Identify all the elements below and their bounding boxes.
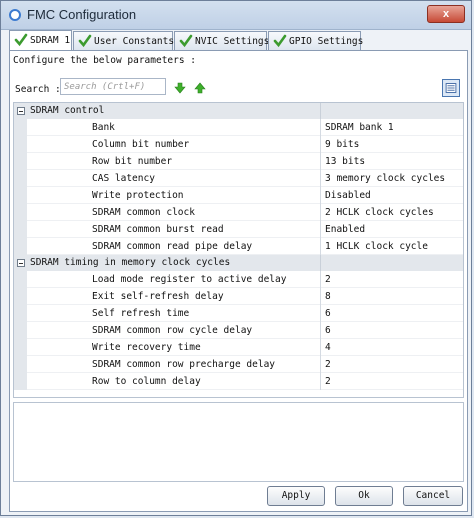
tab-user-constants[interactable]: User Constants bbox=[73, 31, 175, 50]
tab-label: SDRAM 1 bbox=[30, 35, 71, 46]
param-row[interactable]: SDRAM common clock 2 HCLK clock cycles bbox=[14, 204, 463, 221]
param-value[interactable]: 1 HCLK clock cycle bbox=[325, 241, 428, 252]
param-name: Write protection bbox=[92, 190, 184, 201]
search-label: Search : bbox=[15, 84, 61, 95]
dialog-footer: Apply Ok Cancel bbox=[1, 477, 473, 515]
window-title: FMC Configuration bbox=[27, 7, 137, 22]
category-sdram-timing[interactable]: SDRAM timing in memory clock cycles bbox=[14, 255, 463, 271]
param-name: Write recovery time bbox=[92, 342, 201, 353]
collapse-icon[interactable] bbox=[17, 107, 25, 115]
param-value[interactable]: 2 bbox=[325, 359, 331, 370]
param-value[interactable]: 2 bbox=[325, 376, 331, 387]
search-previous-up-icon[interactable] bbox=[194, 82, 206, 94]
close-button[interactable]: x bbox=[427, 5, 465, 23]
param-row[interactable]: SDRAM common row cycle delay 6 bbox=[14, 322, 463, 339]
param-name: Row to column delay bbox=[92, 376, 201, 387]
tab-label: User Constants bbox=[94, 36, 175, 47]
tab-label: NVIC Settings bbox=[195, 36, 270, 47]
param-row[interactable]: Exit self-refresh delay 8 bbox=[14, 288, 463, 305]
param-name: Self refresh time bbox=[92, 308, 190, 319]
app-icon bbox=[9, 9, 21, 21]
param-value[interactable]: Enabled bbox=[325, 224, 365, 235]
param-row[interactable]: SDRAM common read pipe delay 1 HCLK clock… bbox=[14, 238, 463, 255]
tab-label: GPIO Settings bbox=[289, 36, 364, 47]
param-value[interactable]: 4 bbox=[325, 342, 331, 353]
parameter-grid: SDRAM control Bank SDRAM bank 1 Column bi… bbox=[13, 102, 464, 398]
param-row[interactable]: Row bit number 13 bits bbox=[14, 153, 463, 170]
tab-nvic-settings[interactable]: NVIC Settings bbox=[174, 31, 270, 50]
param-value[interactable]: SDRAM bank 1 bbox=[325, 122, 394, 133]
param-name: Exit self-refresh delay bbox=[92, 291, 224, 302]
param-name: SDRAM common read pipe delay bbox=[92, 241, 253, 252]
param-row[interactable]: Column bit number 9 bits bbox=[14, 136, 463, 153]
title-bar[interactable]: FMC Configuration x bbox=[1, 1, 471, 30]
param-row[interactable]: Load mode register to active delay 2 bbox=[14, 271, 463, 288]
tab-sdram-1[interactable]: SDRAM 1 bbox=[9, 30, 72, 51]
param-value[interactable]: 3 memory clock cycles bbox=[325, 173, 445, 184]
param-row[interactable]: SDRAM common row precharge delay 2 bbox=[14, 356, 463, 373]
param-name: SDRAM common clock bbox=[92, 207, 195, 218]
tab-content-panel: Configure the below parameters : Search … bbox=[9, 50, 468, 512]
configure-label: Configure the below parameters : bbox=[13, 55, 197, 66]
param-row[interactable]: SDRAM common burst read Enabled bbox=[14, 221, 463, 238]
list-view-toggle-icon[interactable] bbox=[442, 79, 460, 97]
check-icon bbox=[179, 34, 193, 48]
apply-button[interactable]: Apply bbox=[267, 486, 325, 506]
param-value[interactable]: 13 bits bbox=[325, 156, 365, 167]
fmc-configuration-window: FMC Configuration x SDRAM 1 User Constan… bbox=[0, 0, 472, 516]
search-input[interactable] bbox=[60, 78, 166, 95]
collapse-icon[interactable] bbox=[17, 259, 25, 267]
description-panel bbox=[13, 402, 464, 482]
tab-gpio-settings[interactable]: GPIO Settings bbox=[268, 31, 364, 50]
param-row[interactable]: Write protection Disabled bbox=[14, 187, 463, 204]
param-name: SDRAM common burst read bbox=[92, 224, 224, 235]
param-name: Row bit number bbox=[92, 156, 173, 167]
cancel-button[interactable]: Cancel bbox=[403, 486, 463, 506]
param-row[interactable]: Write recovery time 4 bbox=[14, 339, 463, 356]
param-name: Bank bbox=[92, 122, 115, 133]
param-value[interactable]: 2 HCLK clock cycles bbox=[325, 207, 434, 218]
param-value[interactable]: Disabled bbox=[325, 190, 371, 201]
check-icon bbox=[14, 33, 28, 47]
param-value[interactable]: 9 bits bbox=[325, 139, 359, 150]
param-value[interactable]: 2 bbox=[325, 274, 331, 285]
param-row[interactable]: Self refresh time 6 bbox=[14, 305, 463, 322]
param-name: SDRAM common row precharge delay bbox=[92, 359, 276, 370]
param-value[interactable]: 8 bbox=[325, 291, 331, 302]
param-value[interactable]: 6 bbox=[325, 308, 331, 319]
param-row[interactable]: CAS latency 3 memory clock cycles bbox=[14, 170, 463, 187]
category-sdram-control[interactable]: SDRAM control bbox=[14, 103, 463, 119]
check-icon bbox=[273, 34, 287, 48]
ok-button[interactable]: Ok bbox=[335, 486, 393, 506]
param-name: Load mode register to active delay bbox=[92, 274, 287, 285]
param-value[interactable]: 6 bbox=[325, 325, 331, 336]
param-row[interactable]: Row to column delay 2 bbox=[14, 373, 463, 390]
param-row[interactable]: Bank SDRAM bank 1 bbox=[14, 119, 463, 136]
check-icon bbox=[78, 34, 92, 48]
param-name: CAS latency bbox=[92, 173, 155, 184]
search-next-down-icon[interactable] bbox=[174, 82, 186, 94]
param-name: SDRAM common row cycle delay bbox=[92, 325, 253, 336]
param-name: Column bit number bbox=[92, 139, 190, 150]
